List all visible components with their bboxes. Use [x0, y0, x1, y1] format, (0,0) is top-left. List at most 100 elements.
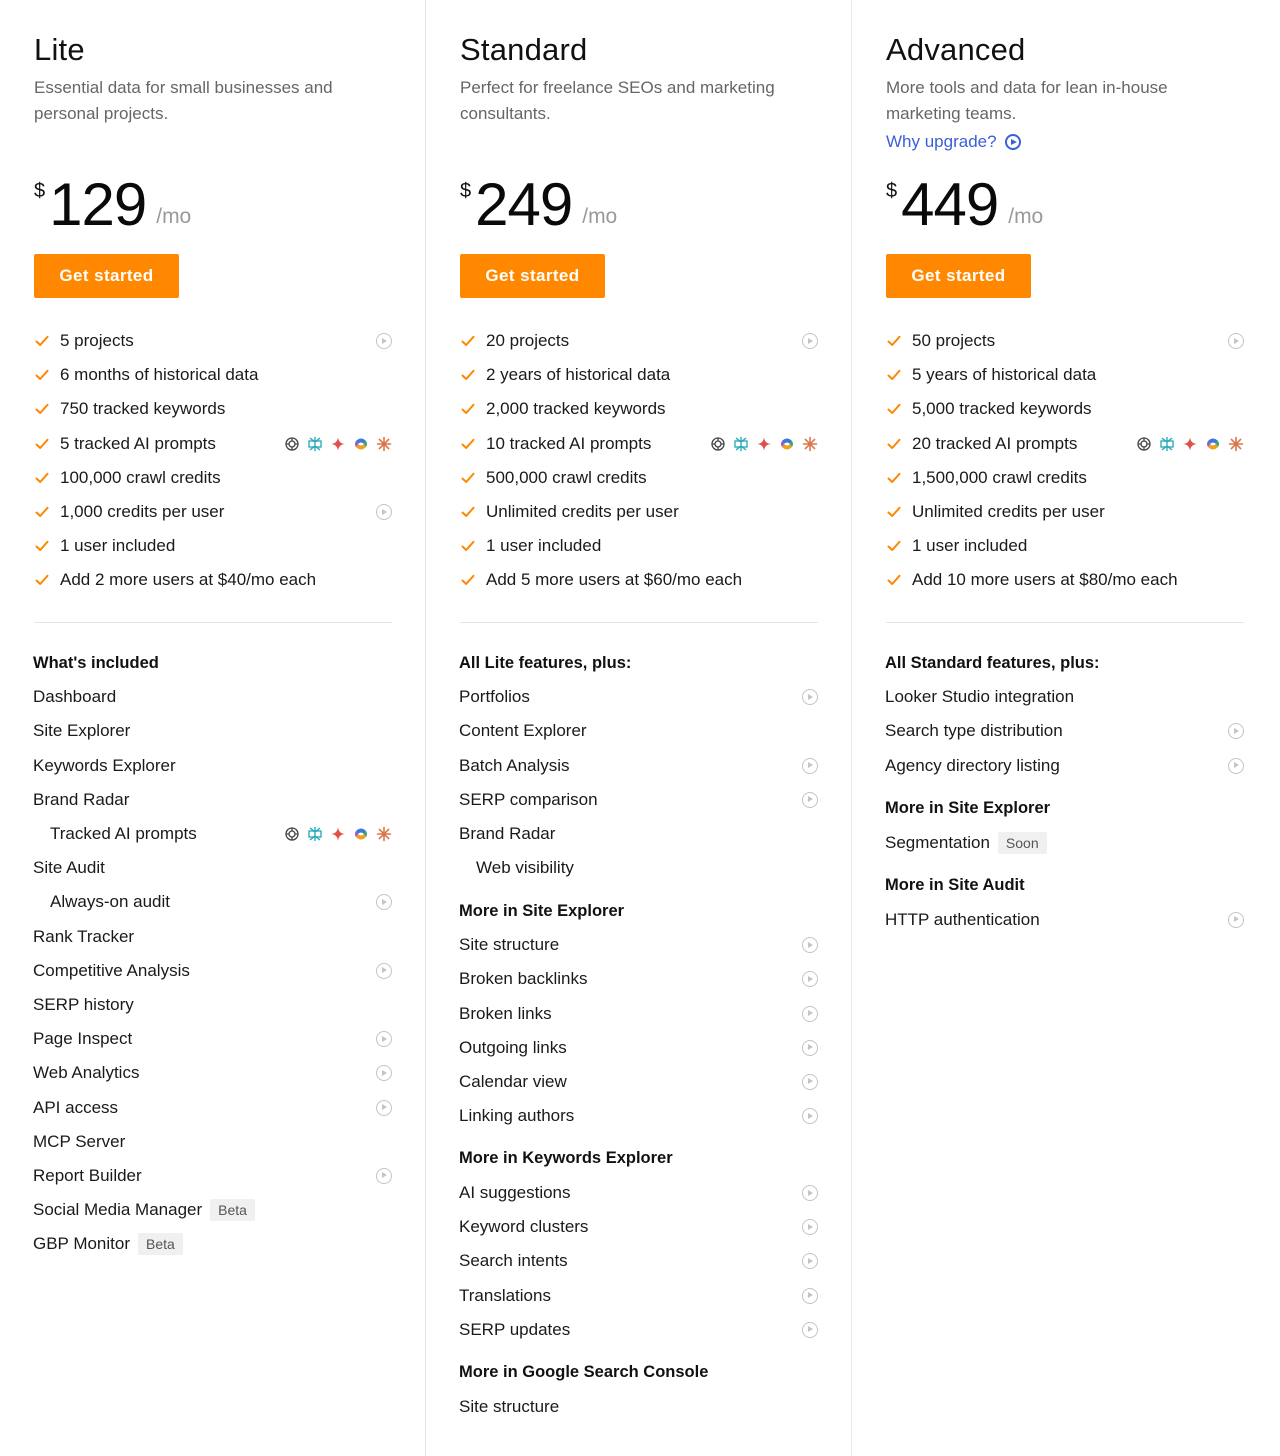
limit-item: Add 5 more users at $60/mo each	[460, 563, 818, 597]
feature-item: Dashboard	[33, 680, 392, 714]
feature-label: Keywords Explorer	[33, 755, 176, 775]
plan-price: $ 129 /mo	[34, 172, 191, 238]
play-video-icon[interactable]	[802, 937, 818, 954]
get-started-button[interactable]: Get started	[886, 254, 1031, 298]
feature-label: SERP comparison	[459, 789, 598, 809]
play-video-icon[interactable]	[802, 757, 818, 774]
check-icon	[886, 367, 902, 383]
price-period: /mo	[582, 205, 618, 228]
play-video-icon[interactable]	[802, 1219, 818, 1236]
chatgpt-icon	[710, 436, 726, 452]
group-heading: More in Keywords Explorer	[459, 1149, 673, 1168]
group-heading: More in Site Explorer	[885, 798, 1051, 817]
limit-item: Add 10 more users at $80/mo each	[886, 563, 1244, 597]
features-heading: What's included	[33, 653, 159, 672]
play-video-icon[interactable]	[802, 1185, 818, 1202]
feature-label: Segmentation	[885, 832, 990, 852]
claude-icon	[1228, 436, 1244, 452]
perplexity-icon	[307, 436, 323, 452]
copilot-icon	[779, 436, 795, 452]
play-video-icon[interactable]	[1228, 723, 1244, 740]
limit-item: 50 projects	[886, 324, 1244, 358]
play-video-icon[interactable]	[1228, 333, 1244, 350]
plan-price: $ 249 /mo	[460, 172, 617, 238]
feature-label: Site structure	[459, 935, 560, 955]
feature-item: Site structure	[459, 928, 818, 962]
plan-description: Perfect for freelance SEOs and marketing…	[460, 78, 775, 123]
why-upgrade-link[interactable]: Why upgrade?	[886, 132, 1021, 152]
play-video-icon[interactable]	[802, 333, 818, 350]
ai-icons-row	[284, 436, 392, 452]
play-video-icon[interactable]	[1228, 757, 1244, 774]
chatgpt-icon	[1136, 436, 1152, 452]
feature-item: Search type distribution	[885, 714, 1244, 748]
plan-card-standard: Standard Perfect for freelance SEOs and …	[426, 0, 852, 1456]
limit-label: 100,000 crawl credits	[60, 467, 221, 487]
play-video-icon[interactable]	[376, 1031, 392, 1048]
check-icon	[460, 401, 476, 417]
limit-label: 10 tracked AI prompts	[486, 433, 652, 453]
limit-item: 1 user included	[460, 529, 818, 563]
check-icon	[460, 436, 476, 452]
price-amount: 449	[901, 171, 999, 238]
beta-badge: Beta	[138, 1233, 183, 1256]
feature-label: Agency directory listing	[885, 755, 1060, 775]
feature-label: SERP history	[33, 994, 134, 1014]
feature-label: Site Audit	[33, 858, 105, 878]
feature-item: Broken links	[459, 996, 818, 1030]
group-heading: More in Site Explorer	[459, 901, 625, 920]
check-icon	[34, 504, 50, 520]
group-heading: More in Google Search Console	[459, 1363, 709, 1382]
play-video-icon[interactable]	[802, 1108, 818, 1125]
play-video-icon[interactable]	[376, 1167, 392, 1184]
check-icon	[886, 504, 902, 520]
limit-item: 5,000 tracked keywords	[886, 392, 1244, 426]
feature-label: Broken links	[459, 1003, 552, 1023]
feature-label: Report Builder	[33, 1165, 142, 1185]
price-currency: $	[886, 180, 898, 202]
play-video-icon[interactable]	[802, 791, 818, 808]
claude-icon	[376, 826, 392, 842]
price-period: /mo	[156, 205, 192, 228]
play-video-icon[interactable]	[802, 1073, 818, 1090]
gemini-icon	[756, 436, 772, 452]
play-video-icon[interactable]	[1228, 911, 1244, 928]
feature-item: SERP history	[33, 988, 392, 1022]
limit-label: 2,000 tracked keywords	[486, 399, 666, 419]
limit-label: Add 10 more users at $80/mo each	[912, 570, 1178, 590]
feature-item: Linking authors	[459, 1099, 818, 1133]
feature-item: GBP Monitor Beta	[33, 1227, 392, 1261]
features-list: All Lite features, plus: Portfolios Cont…	[459, 646, 818, 1424]
play-video-icon[interactable]	[376, 333, 392, 350]
feature-subitem: Web visibility	[459, 851, 818, 885]
feature-subitem: Always-on audit	[33, 885, 392, 919]
feature-item: Web Analytics	[33, 1056, 392, 1090]
feature-label: Translations	[459, 1285, 551, 1305]
play-video-icon[interactable]	[802, 1321, 818, 1338]
get-started-button[interactable]: Get started	[34, 254, 179, 298]
play-video-icon[interactable]	[376, 894, 392, 911]
check-icon	[886, 333, 902, 349]
play-video-icon[interactable]	[802, 1005, 818, 1022]
feature-label: Site structure	[459, 1396, 560, 1416]
play-video-icon[interactable]	[802, 1287, 818, 1304]
feature-item: Site Audit	[33, 851, 392, 885]
play-video-icon[interactable]	[802, 1039, 818, 1056]
play-video-icon[interactable]	[376, 1065, 392, 1082]
feature-item: Page Inspect	[33, 1022, 392, 1056]
copilot-icon	[1205, 436, 1221, 452]
play-video-icon[interactable]	[376, 962, 392, 979]
limit-label: 750 tracked keywords	[60, 399, 226, 419]
play-circle-icon	[1004, 134, 1021, 150]
play-video-icon[interactable]	[802, 1253, 818, 1270]
check-icon	[460, 572, 476, 588]
features-heading: All Lite features, plus:	[459, 653, 632, 672]
play-video-icon[interactable]	[376, 504, 392, 521]
play-video-icon[interactable]	[802, 689, 818, 706]
features-heading: All Standard features, plus:	[885, 653, 1100, 672]
feature-label: Brand Radar	[459, 824, 556, 844]
play-video-icon[interactable]	[376, 1099, 392, 1116]
get-started-button[interactable]: Get started	[460, 254, 605, 298]
feature-item: Social Media Manager Beta	[33, 1193, 392, 1227]
play-video-icon[interactable]	[802, 971, 818, 988]
